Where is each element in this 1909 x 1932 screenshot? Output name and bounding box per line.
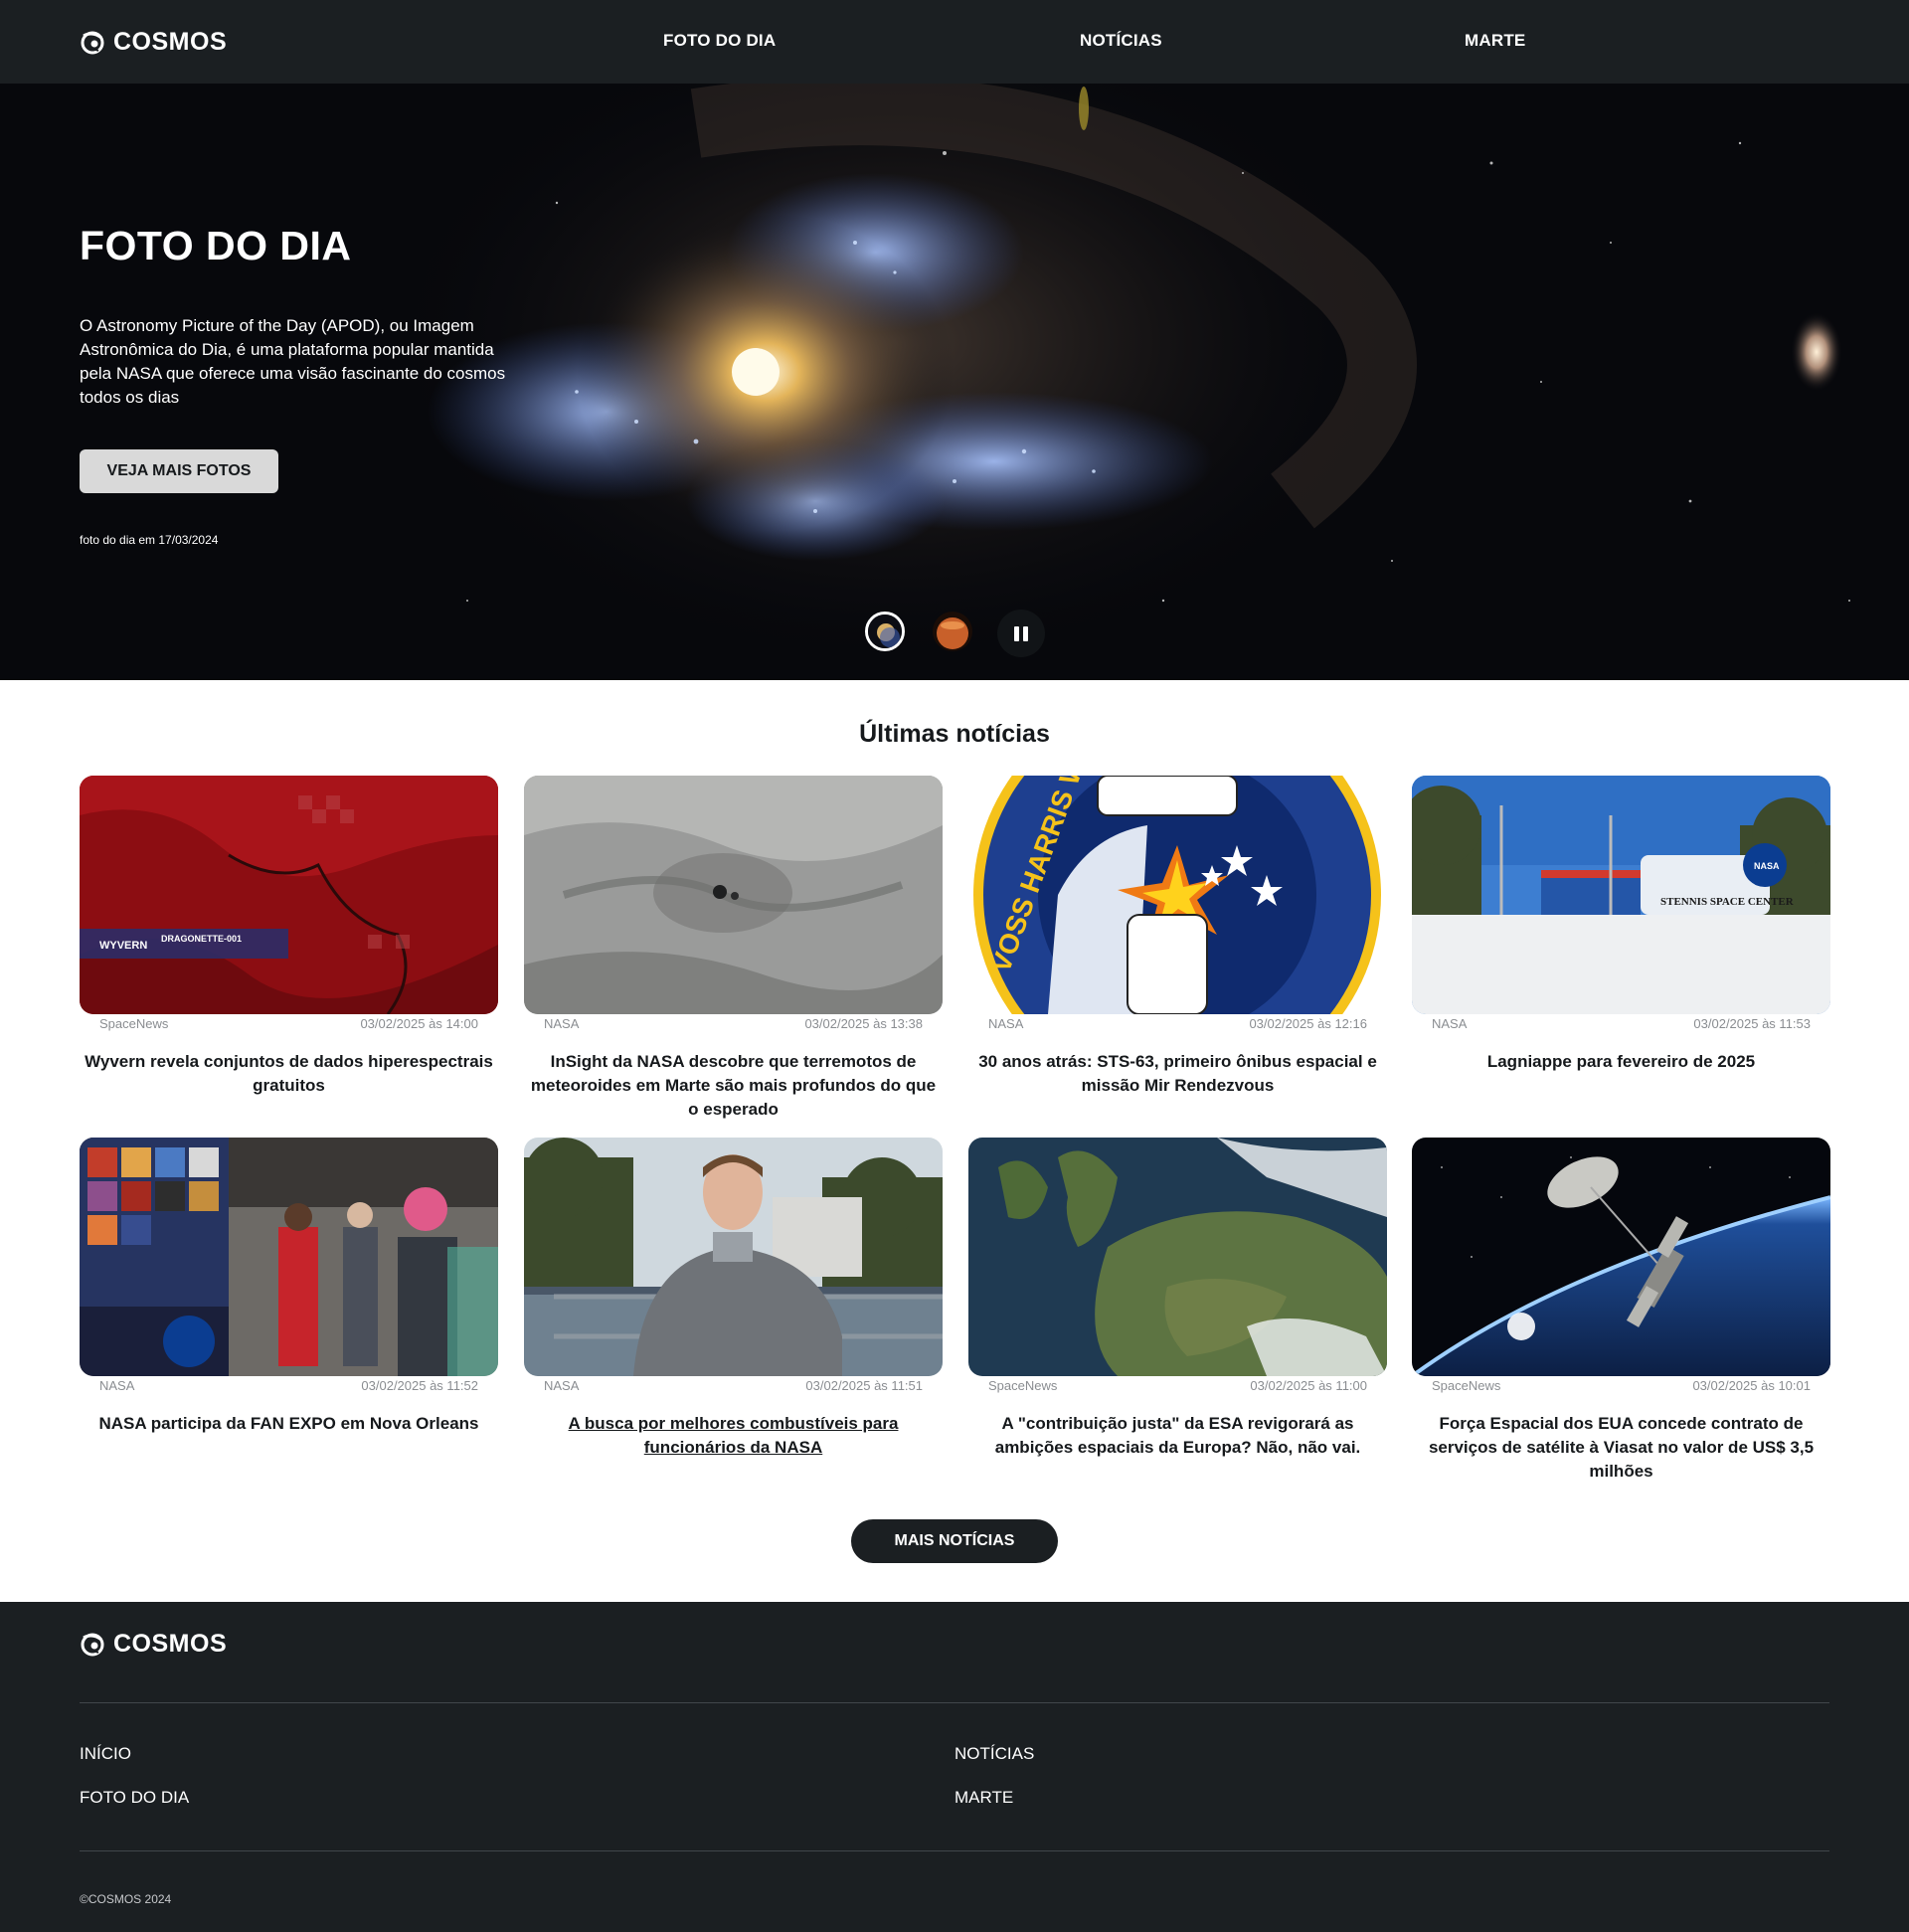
news-title[interactable]: A "contribuição justa" da ESA revigorará… [968,1412,1387,1460]
slide-thumb-galaxy[interactable] [865,612,905,651]
news-date: 03/02/2025 às 11:51 [805,1378,923,1393]
pause-slideshow-button[interactable] [997,610,1045,657]
news-meta: SpaceNews 03/02/2025 às 10:01 [1412,1376,1830,1394]
news-title[interactable]: Wyvern revela conjuntos de dados hiperes… [80,1050,498,1098]
news-card[interactable]: SpaceNews 03/02/2025 às 11:00 A "contrib… [968,1138,1387,1460]
news-image-stennis[interactable]: NASA STENNIS SPACE CENTER [1412,776,1830,1014]
pause-icon [1014,625,1019,641]
footer-divider [80,1702,1829,1703]
news-date: 03/02/2025 às 11:53 [1693,1016,1811,1031]
latest-news-title: Últimas notícias [859,720,1050,748]
nav-marte[interactable]: MARTE [1465,31,1525,51]
news-title[interactable]: A busca por melhores combustíveis para f… [524,1412,943,1460]
news-source: NASA [1432,1016,1468,1031]
news-meta: NASA 03/02/2025 às 11:51 [524,1376,943,1394]
news-source: NASA [544,1016,580,1031]
news-image-fan-expo[interactable] [80,1138,498,1376]
news-source: NASA [99,1378,135,1393]
news-title[interactable]: NASA participa da FAN EXPO em Nova Orlea… [80,1412,498,1436]
pause-icon-bar [1023,625,1028,641]
news-image-satellite[interactable] [1412,1138,1830,1376]
news-image-mission-patch[interactable]: VOSS HARRIS W S FOALE TITOV [968,776,1387,1014]
news-meta: SpaceNews 03/02/2025 às 14:00 [80,1014,498,1032]
news-card[interactable]: VOSS HARRIS W S FOALE TITOV NASA 03/02/2… [968,776,1387,1098]
site-footer: COSMOS INÍCIO NOTÍCIAS FOTO DO DIA MARTE… [0,1602,1909,1932]
svg-text:NASA: NASA [1754,861,1780,871]
nav-foto-do-dia[interactable]: FOTO DO DIA [663,31,776,51]
news-meta: SpaceNews 03/02/2025 às 11:00 [968,1376,1387,1394]
news-date: 03/02/2025 às 12:16 [1249,1016,1367,1031]
news-date: 03/02/2025 às 14:00 [360,1016,478,1031]
news-card[interactable]: NASA 03/02/2025 às 11:51 A busca por mel… [524,1138,943,1460]
svg-text:DRAGONETTE-001: DRAGONETTE-001 [161,934,242,944]
footer-link-inicio[interactable]: INÍCIO [80,1744,131,1764]
news-date: 03/02/2025 às 10:01 [1692,1378,1811,1393]
news-card[interactable]: SpaceNews 03/02/2025 às 10:01 Força Espa… [1412,1138,1830,1484]
news-source: SpaceNews [99,1016,169,1031]
news-card[interactable]: NASA STENNIS SPACE CENTER NASA 03/02/202… [1412,776,1830,1074]
news-date: 03/02/2025 às 13:38 [804,1016,923,1031]
brand-name: COSMOS [113,28,228,56]
news-image-mars-crater[interactable] [524,776,943,1014]
news-date: 03/02/2025 às 11:52 [361,1378,478,1393]
news-source: NASA [988,1016,1024,1031]
site-header: COSMOS FOTO DO DIA NOTÍCIAS MARTE [0,0,1909,84]
news-meta: NASA 03/02/2025 às 11:53 [1412,1014,1830,1032]
svg-text:STENNIS SPACE CENTER: STENNIS SPACE CENTER [1660,896,1795,908]
hero-description: O Astronomy Picture of the Day (APOD), o… [80,316,506,407]
header-logo[interactable]: COSMOS [80,28,227,57]
slide-thumb-mars[interactable] [933,612,972,651]
news-card[interactable]: NASA 03/02/2025 às 11:52 NASA participa … [80,1138,498,1436]
cosmos-logo-icon [81,1633,104,1656]
news-image-europe[interactable] [968,1138,1387,1376]
brand-name: COSMOS [113,1630,228,1658]
hero-title: FOTO DO DIA [80,223,352,268]
news-image-employee[interactable] [524,1138,943,1376]
news-title[interactable]: 30 anos atrás: STS-63, primeiro ônibus e… [968,1050,1387,1098]
news-meta: NASA 03/02/2025 às 11:52 [80,1376,498,1394]
news-title[interactable]: Força Espacial dos EUA concede contrato … [1412,1412,1830,1484]
news-meta: NASA 03/02/2025 às 12:16 [968,1014,1387,1032]
news-title[interactable]: Lagniappe para fevereiro de 2025 [1412,1050,1830,1074]
photo-date-caption: foto do dia em 17/03/2024 [80,533,219,547]
cosmos-logo-icon [81,31,104,54]
see-more-photos-button[interactable]: VEJA MAIS FOTOS [80,449,278,493]
news-source: NASA [544,1378,580,1393]
news-source: SpaceNews [1432,1378,1501,1393]
news-source: SpaceNews [988,1378,1058,1393]
copyright: ©COSMOS 2024 [80,1892,172,1906]
mars-thumb-icon [933,612,972,651]
footer-link-marte[interactable]: MARTE [954,1788,1013,1808]
more-news-button[interactable]: MAIS NOTÍCIAS [851,1519,1058,1563]
footer-link-noticias[interactable]: NOTÍCIAS [954,1744,1034,1764]
svg-text:WYVERN: WYVERN [99,940,147,952]
footer-divider [80,1850,1829,1851]
hero-section: FOTO DO DIA O Astronomy Picture of the D… [0,84,1909,680]
news-card[interactable]: NASA 03/02/2025 às 13:38 InSight da NASA… [524,776,943,1122]
footer-logo[interactable]: COSMOS [80,1630,227,1659]
news-image-hyperspectral[interactable]: WYVERN DRAGONETTE-001 [80,776,498,1014]
news-card[interactable]: WYVERN DRAGONETTE-001 SpaceNews 03/02/20… [80,776,498,1098]
news-title[interactable]: InSight da NASA descobre que terremotos … [524,1050,943,1122]
nav-noticias[interactable]: NOTÍCIAS [1080,31,1162,51]
news-date: 03/02/2025 às 11:00 [1250,1378,1367,1393]
news-meta: NASA 03/02/2025 às 13:38 [524,1014,943,1032]
footer-link-foto-do-dia[interactable]: FOTO DO DIA [80,1788,189,1808]
